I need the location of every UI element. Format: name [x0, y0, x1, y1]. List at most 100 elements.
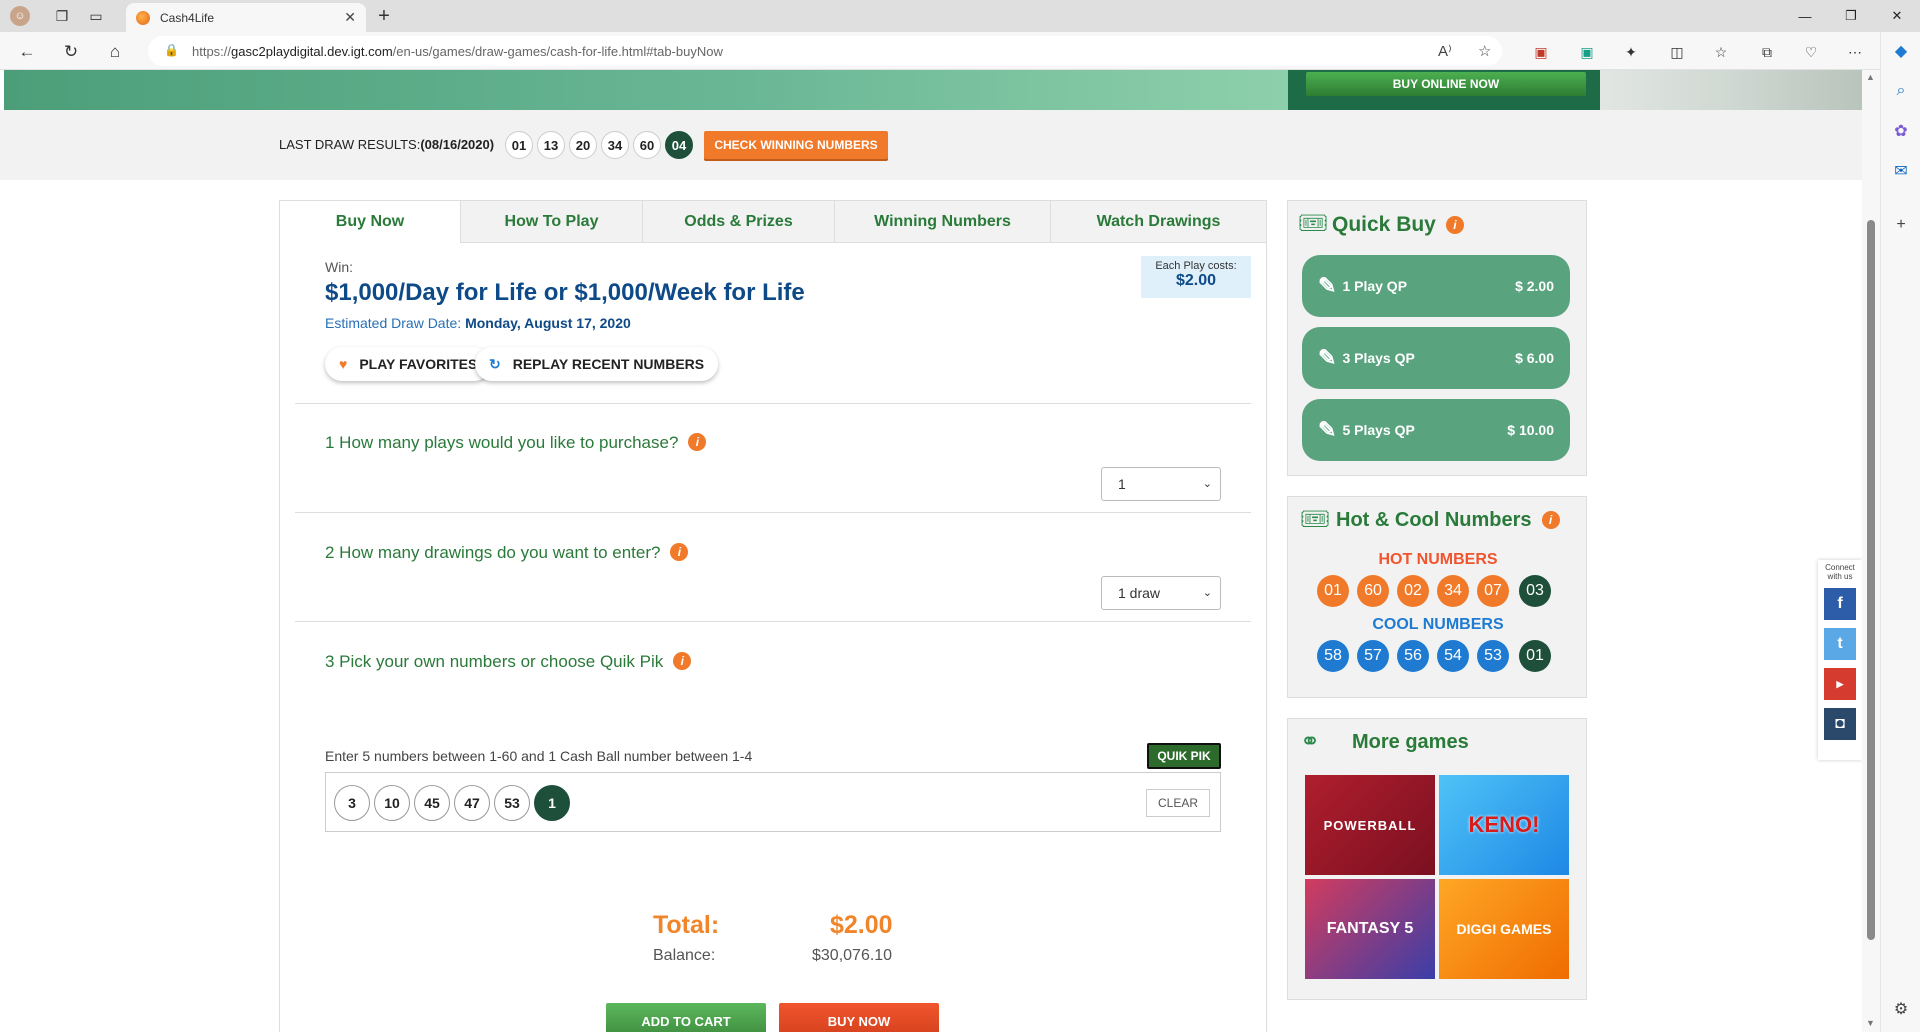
hot-number: 02: [1397, 575, 1429, 607]
browser-essentials-icon[interactable]: ♡: [1800, 41, 1822, 63]
hot-cool-title: Hot & Cool Numbers i: [1336, 509, 1560, 532]
pick-ball[interactable]: 45: [414, 785, 450, 821]
add-to-cart-button[interactable]: ADD TO CART: [606, 1003, 766, 1032]
plays-select-value: 1: [1118, 476, 1126, 492]
facebook-icon[interactable]: f: [1824, 588, 1856, 620]
extension-teal-icon[interactable]: ▣: [1576, 41, 1598, 63]
tab-watch-drawings[interactable]: Watch Drawings: [1050, 201, 1266, 243]
last-draw-results-bar: LAST DRAW RESULTS:(08/16/2020) 01 13 20 …: [0, 110, 1862, 180]
info-icon[interactable]: i: [673, 652, 692, 670]
scroll-down-icon[interactable]: ▼: [1866, 1018, 1875, 1028]
pick-ball[interactable]: 3: [334, 785, 370, 821]
copilot-icon[interactable]: ◆: [1890, 40, 1912, 62]
youtube-icon[interactable]: ▶: [1824, 668, 1856, 700]
refresh-icon[interactable]: ↻: [60, 41, 82, 63]
buy-online-now-button[interactable]: BUY ONLINE NOW: [1306, 72, 1586, 96]
last-draw-ball: 13: [537, 131, 565, 159]
collections-icon[interactable]: ⧉: [1756, 41, 1778, 63]
game-tile-fantasy5[interactable]: FANTASY 5: [1305, 879, 1435, 979]
tab-actions-icon[interactable]: ▭: [86, 6, 106, 26]
tab-winning-numbers[interactable]: Winning Numbers: [834, 201, 1050, 243]
split-screen-icon[interactable]: ◫: [1666, 41, 1688, 63]
last-draw-ball: 20: [569, 131, 597, 159]
new-tab-icon[interactable]: +: [374, 5, 394, 27]
tab-favicon-icon: [136, 10, 150, 25]
ticket-icon: 🎟: [1298, 210, 1329, 237]
url-field[interactable]: 🔒 https://gasc2playdigital.dev.igt.com/e…: [148, 36, 1502, 66]
quick-buy-option-price: $ 6.00: [1515, 350, 1554, 366]
chevron-down-icon: ⌄: [1202, 478, 1212, 490]
back-icon[interactable]: ←: [16, 41, 38, 63]
drawings-select-value: 1 draw: [1118, 585, 1161, 601]
minimize-icon[interactable]: —: [1782, 0, 1828, 32]
pick-ball[interactable]: 10: [374, 785, 410, 821]
buy-now-button[interactable]: BUY NOW: [779, 1003, 939, 1032]
quick-buy-option[interactable]: ✎ 5 Plays QP $ 10.00: [1302, 399, 1570, 461]
prize-headline: $1,000/Day for Life or $1,000/Week for L…: [325, 279, 805, 306]
plays-select[interactable]: 1 ⌄: [1101, 467, 1221, 501]
balance-label: Balance:: [653, 947, 716, 964]
hero-image: [1600, 70, 1862, 110]
info-icon[interactable]: i: [1445, 216, 1464, 234]
tab-how-to-play[interactable]: How To Play: [460, 201, 642, 243]
replay-icon: ↻: [489, 355, 501, 372]
instagram-icon[interactable]: ◘: [1824, 708, 1856, 740]
lock-icon[interactable]: 🔒: [164, 43, 179, 57]
restore-icon[interactable]: ❐: [1828, 0, 1874, 32]
estimated-draw-date: Estimated Draw Date: Monday, August 17, …: [325, 315, 631, 331]
number-picks: 3 10 45 47 53 1 CLEAR: [325, 772, 1221, 832]
home-icon[interactable]: ⌂: [104, 41, 126, 63]
search-icon[interactable]: ⌕: [1890, 80, 1912, 102]
game-tile-keno[interactable]: KENO!: [1439, 775, 1569, 875]
pick-ball[interactable]: 53: [494, 785, 530, 821]
replay-recent-button[interactable]: ↻ REPLAY RECENT NUMBERS: [475, 347, 719, 381]
check-winning-numbers-button[interactable]: CHECK WINNING NUMBERS: [704, 131, 888, 159]
quick-buy-title: Quick Buy i: [1332, 213, 1464, 237]
heart-icon: ♥: [339, 356, 348, 372]
game-tile-diggi[interactable]: DIGGI GAMES: [1439, 879, 1569, 979]
quick-buy-option-price: $ 10.00: [1507, 422, 1554, 438]
drawings-select[interactable]: 1 draw ⌄: [1101, 576, 1221, 610]
quick-buy-option-label: 5 Plays QP: [1342, 422, 1415, 438]
settings-gear-icon[interactable]: ⚙: [1890, 998, 1912, 1020]
divider: [295, 512, 1251, 513]
quick-buy-option[interactable]: ✎ 1 Play QP $ 2.00: [1302, 255, 1570, 317]
social-caption: Connect with us: [1825, 563, 1855, 581]
divider: [295, 403, 1251, 404]
game-tile-powerball[interactable]: POWERBALL: [1305, 775, 1435, 875]
workspaces-icon[interactable]: ❐: [52, 6, 72, 26]
play-cost-box: Each Play costs: $2.00: [1141, 256, 1251, 298]
play-favorites-button[interactable]: ♥ PLAY FAVORITES: [325, 347, 492, 381]
extensions-puzzle-icon[interactable]: ✦: [1620, 41, 1642, 63]
info-icon[interactable]: i: [1541, 511, 1560, 529]
scrollbar-thumb[interactable]: [1867, 220, 1875, 940]
quik-pik-button[interactable]: QUIK PIK: [1147, 743, 1221, 769]
tab-odds-prizes[interactable]: Odds & Prizes: [642, 201, 834, 243]
info-icon[interactable]: i: [688, 433, 707, 451]
scroll-up-icon[interactable]: ▲: [1866, 72, 1875, 82]
favorites-icon[interactable]: ☆: [1710, 41, 1732, 63]
outlook-icon[interactable]: ✉: [1890, 160, 1912, 182]
read-aloud-icon[interactable]: A⁾: [1438, 42, 1452, 60]
twitter-icon[interactable]: t: [1824, 628, 1856, 660]
more-menu-icon[interactable]: ⋯: [1844, 41, 1866, 63]
page-scrollbar[interactable]: ▲ ▼: [1862, 70, 1880, 1032]
games-icon[interactable]: ✿: [1890, 120, 1912, 142]
extension-red-icon[interactable]: ▣: [1530, 41, 1552, 63]
close-window-icon[interactable]: ✕: [1874, 0, 1920, 32]
clear-button[interactable]: CLEAR: [1146, 789, 1210, 817]
browser-tab[interactable]: Cash4Life ✕: [126, 3, 366, 32]
quick-buy-option[interactable]: ✎ 3 Plays QP $ 6.00: [1302, 327, 1570, 389]
info-icon[interactable]: i: [670, 543, 689, 561]
quick-buy-option-label: 3 Plays QP: [1342, 350, 1415, 366]
tab-close-icon[interactable]: ✕: [344, 9, 356, 26]
add-sidebar-icon[interactable]: +: [1890, 214, 1912, 236]
tab-buy-now[interactable]: Buy Now: [280, 201, 460, 243]
cool-number: 54: [1437, 640, 1469, 672]
pick-ball[interactable]: 47: [454, 785, 490, 821]
total-value: $2.00: [830, 911, 893, 939]
last-draw-label-text: LAST DRAW RESULTS:: [279, 137, 421, 152]
favorite-star-icon[interactable]: ☆: [1478, 42, 1491, 60]
profile-avatar-icon[interactable]: ☺: [10, 6, 30, 26]
cash-ball-pick[interactable]: 1: [534, 785, 570, 821]
